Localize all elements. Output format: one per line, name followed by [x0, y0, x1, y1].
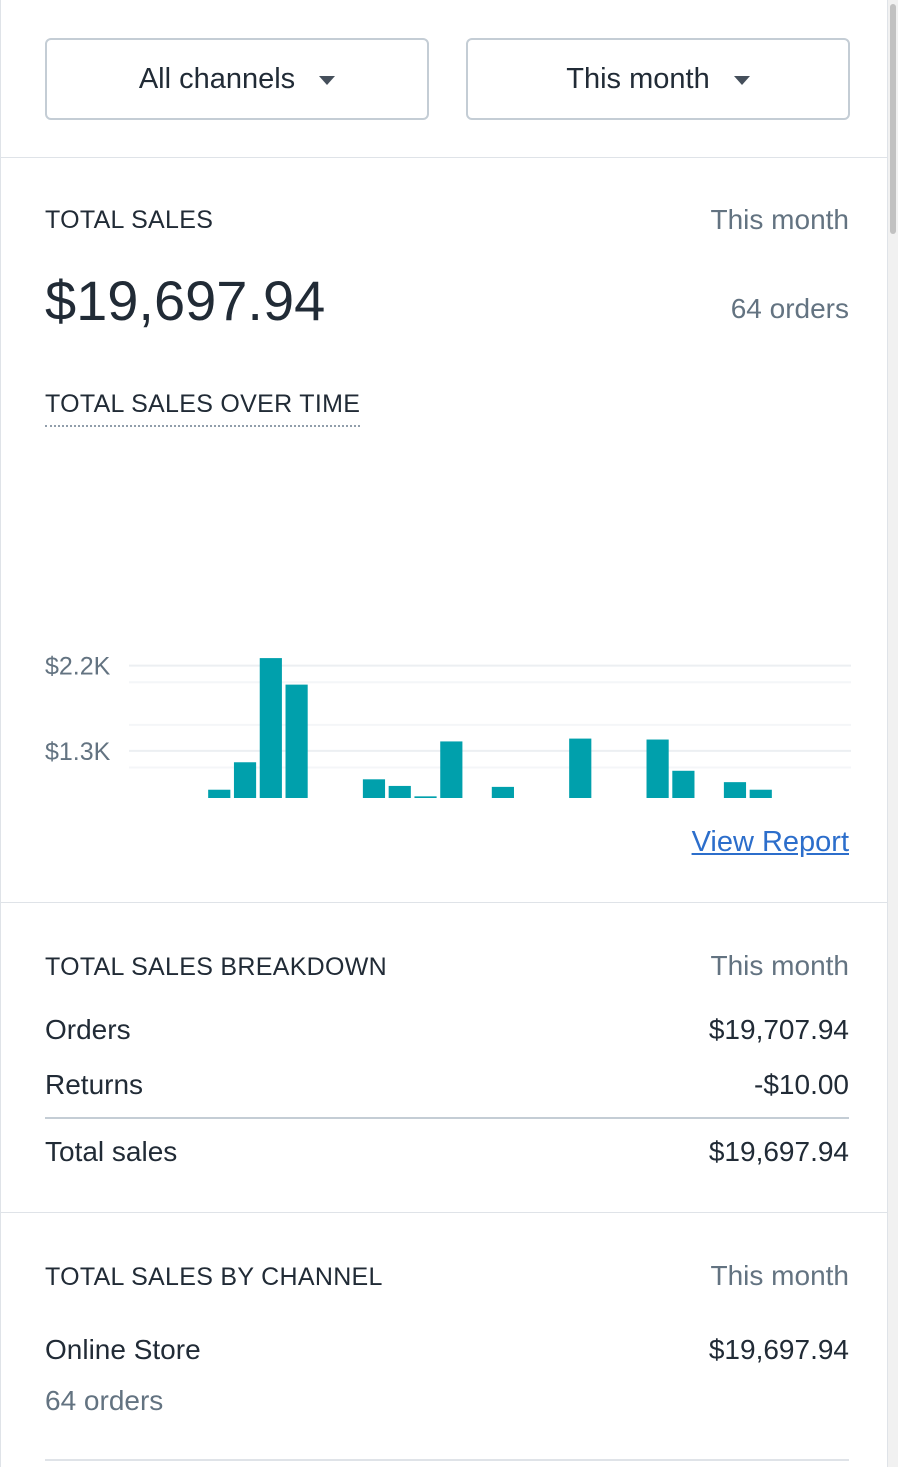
sales-by-channel-card: TOTAL SALES BY CHANNEL This month Online… — [1, 1213, 887, 1467]
period-select[interactable]: This month — [466, 38, 850, 120]
breakdown-period: This month — [710, 950, 850, 981]
y-tick-label: $2.2K — [45, 653, 111, 681]
scrollbar-thumb[interactable] — [890, 4, 896, 234]
bar — [672, 770, 695, 798]
bar — [285, 684, 308, 798]
breakdown-row-orders: Orders $19,707.94 — [45, 1014, 849, 1046]
channel-row-online-store: Online Store $19,697.94 — [45, 1334, 849, 1366]
total-sales-orders: 64 orders — [730, 293, 849, 324]
bar — [646, 739, 669, 798]
bar — [440, 741, 463, 798]
breakdown-row-returns: Returns -$10.00 — [45, 1069, 849, 1101]
channel-value: $19,697.94 — [708, 1334, 849, 1365]
total-sales-period: This month — [710, 204, 850, 235]
breakdown-divider — [45, 1117, 849, 1119]
total-sales-card: TOTAL SALES This month $19,697.94 64 ord… — [1, 158, 887, 903]
bar — [259, 658, 282, 798]
bar — [233, 762, 257, 798]
filter-bar: All channels This month — [1, 0, 887, 158]
by-channel-period: This month — [710, 1260, 850, 1291]
channel-orders: 64 orders — [45, 1385, 164, 1416]
returns-value: -$10.00 — [754, 1069, 849, 1100]
caret-down-icon — [319, 75, 336, 85]
channel-select-label: All channels — [138, 62, 296, 95]
total-sales-amount: $19,697.94 — [45, 269, 326, 332]
scrollbar[interactable] — [888, 0, 898, 1467]
returns-label: Returns — [45, 1069, 144, 1100]
channel-name: Online Store — [45, 1334, 201, 1365]
period-select-label: This month — [566, 62, 710, 95]
bar — [491, 786, 514, 798]
bar — [723, 782, 747, 798]
sales-breakdown-card: TOTAL SALES BREAKDOWN This month Orders … — [1, 903, 887, 1213]
orders-value: $19,707.94 — [708, 1014, 849, 1045]
orders-label: Orders — [45, 1014, 131, 1045]
breakdown-title: TOTAL SALES BREAKDOWN — [45, 953, 388, 981]
view-report-link[interactable]: View Report — [692, 826, 849, 859]
bar — [569, 738, 592, 798]
bar — [749, 789, 772, 798]
bar — [388, 785, 411, 798]
by-channel-title: TOTAL SALES BY CHANNEL — [45, 1263, 383, 1291]
chart-title[interactable]: TOTAL SALES OVER TIME — [45, 390, 361, 427]
channel-divider — [45, 1459, 849, 1461]
channel-select[interactable]: All channels — [45, 38, 429, 120]
breakdown-row-total: Total sales $19,697.94 — [45, 1136, 849, 1168]
sales-panel: All channels This month TOTAL SALES This… — [0, 0, 888, 1467]
total-label: Total sales — [45, 1136, 178, 1167]
sales-bar-chart: $450$1.3K$2.2KJan 1Jan 10Jan 19Jan 28 — [45, 653, 851, 798]
y-tick-label: $1.3K — [45, 738, 111, 766]
total-value: $19,697.94 — [708, 1136, 849, 1167]
caret-down-icon — [733, 75, 750, 85]
bar — [362, 779, 386, 798]
bar — [208, 789, 231, 798]
bar — [414, 796, 437, 798]
total-sales-title: TOTAL SALES — [45, 206, 214, 234]
